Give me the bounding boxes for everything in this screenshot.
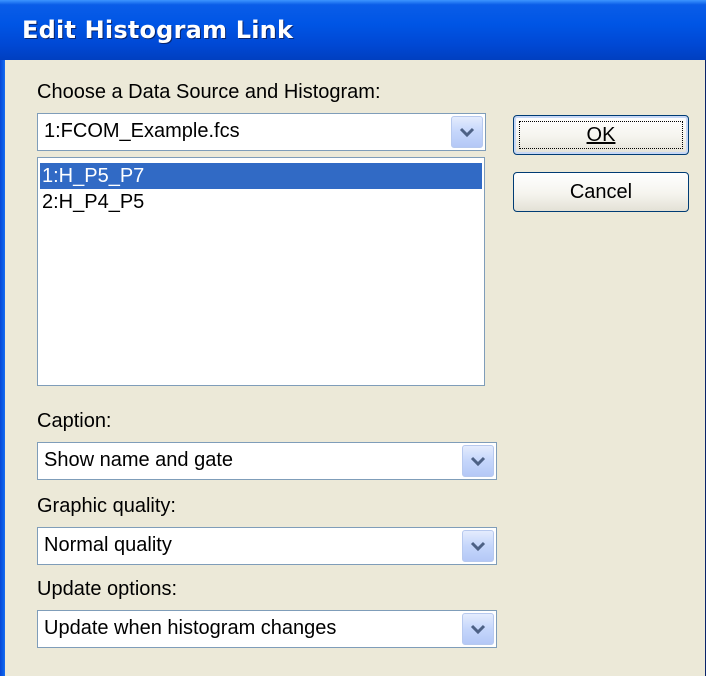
ok-button[interactable]: OK (513, 115, 689, 155)
caption-value: Show name and gate (44, 449, 234, 471)
graphic-quality-value: Normal quality (44, 534, 172, 556)
update-options-label: Update options: (37, 578, 178, 600)
chevron-down-icon[interactable] (462, 530, 494, 562)
dialog-title: Edit Histogram Link (22, 16, 294, 44)
cancel-button[interactable]: Cancel (513, 172, 689, 212)
caption-select[interactable]: Show name and gate (37, 442, 497, 480)
focus-rectangle (519, 121, 683, 149)
graphic-quality-label: Graphic quality: (37, 495, 176, 517)
chevron-down-icon[interactable] (451, 116, 483, 148)
data-source-select[interactable]: 1:FCOM_Example.fcs (37, 113, 486, 151)
graphic-quality-select[interactable]: Normal quality (37, 527, 497, 565)
update-options-select[interactable]: Update when histogram changes (37, 610, 497, 648)
chevron-down-icon[interactable] (462, 445, 494, 477)
title-bar[interactable]: Edit Histogram Link (0, 0, 706, 60)
histogram-list[interactable]: 1:H_P5_P7 2:H_P4_P5 (37, 157, 485, 386)
window-border (0, 60, 5, 676)
cancel-button-label: Cancel (569, 180, 633, 203)
chevron-down-icon[interactable] (462, 613, 494, 645)
data-source-label: Choose a Data Source and Histogram: (37, 81, 381, 103)
histogram-item-h-p5-p7[interactable]: 1:H_P5_P7 (40, 163, 482, 189)
histogram-item-h-p4-p5[interactable]: 2:H_P4_P5 (40, 189, 482, 215)
caption-label: Caption: (37, 410, 112, 432)
data-source-value: 1:FCOM_Example.fcs (44, 120, 240, 142)
edit-histogram-link-dialog: Edit Histogram Link Choose a Data Source… (0, 0, 706, 676)
update-options-value: Update when histogram changes (44, 617, 337, 639)
